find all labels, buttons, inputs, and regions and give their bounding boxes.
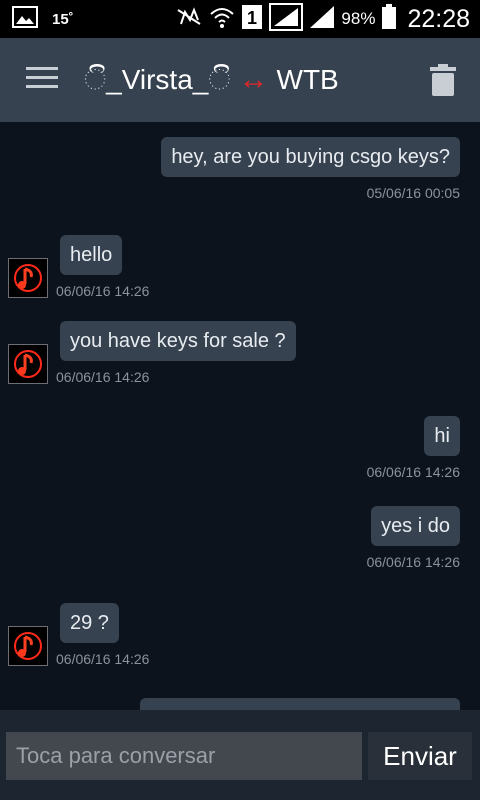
battery-percent: 98% [341, 9, 376, 28]
message-bubble[interactable]: hi [424, 416, 460, 456]
status-bar: 15˚ 1 98% 22:28 [0, 0, 480, 38]
trash-icon [430, 64, 456, 100]
avatar[interactable] [8, 344, 48, 384]
message-timestamp: 06/06/16 14:26 [366, 464, 460, 480]
temperature-text: 15˚ [52, 10, 74, 28]
menu-button[interactable] [0, 38, 84, 122]
message-sent: hey, are you buying csgo keys? 05/06/16 … [161, 137, 460, 201]
hamburger-menu-icon [26, 66, 58, 94]
message-timestamp: 06/06/16 14:26 [56, 651, 150, 667]
mute-nfc-icon [175, 6, 203, 33]
message-sent: hi 06/06/16 14:26 [367, 416, 460, 480]
message-bubble[interactable]: 29 ? [60, 603, 119, 643]
sim-icon: 1 [241, 4, 263, 35]
trade-arrow: ↔ [238, 63, 269, 96]
contact-name: ි_Virsta_ි [84, 63, 231, 95]
message-input[interactable] [6, 732, 362, 780]
app-bar: ි_Virsta_ි ↔ WTB [0, 38, 480, 122]
message-bubble[interactable]: you have keys for sale ? [60, 321, 296, 361]
delete-conversation-button[interactable] [430, 64, 460, 98]
message-bubble[interactable]: hello [60, 235, 123, 275]
battery-icon [381, 3, 397, 35]
message-sent [140, 698, 460, 710]
message-sent: yes i do 06/06/16 14:26 [367, 506, 460, 570]
contact-status: WTB [276, 64, 339, 95]
composer-bar: Enviar [0, 710, 480, 800]
message-list[interactable]: hey, are you buying csgo keys? 05/06/16 … [0, 122, 480, 710]
message-received: you have keys for sale ? 06/06/16 14:26 [56, 321, 296, 385]
message-timestamp: 05/06/16 00:05 [366, 185, 460, 201]
message-bubble[interactable]: yes i do [371, 506, 460, 546]
clock: 22:28 [407, 4, 470, 33]
avatar[interactable] [8, 258, 48, 298]
avatar[interactable] [8, 626, 48, 666]
send-button[interactable]: Enviar [368, 732, 472, 780]
conversation-title: ි_Virsta_ි ↔ WTB [84, 63, 339, 97]
image-icon [12, 5, 38, 33]
message-received: hello 06/06/16 14:26 [56, 235, 149, 299]
message-bubble[interactable] [140, 698, 460, 710]
signal-icon [269, 2, 304, 36]
signal-icon-2 [309, 5, 335, 34]
message-timestamp: 06/06/16 14:26 [56, 283, 150, 299]
message-timestamp: 06/06/16 14:26 [56, 369, 150, 385]
sim-slot-label: 1 [247, 8, 257, 28]
message-received: 29 ? 06/06/16 14:26 [56, 603, 149, 667]
message-timestamp: 06/06/16 14:26 [366, 554, 460, 570]
message-bubble[interactable]: hey, are you buying csgo keys? [161, 137, 460, 177]
wifi-icon [209, 5, 235, 34]
